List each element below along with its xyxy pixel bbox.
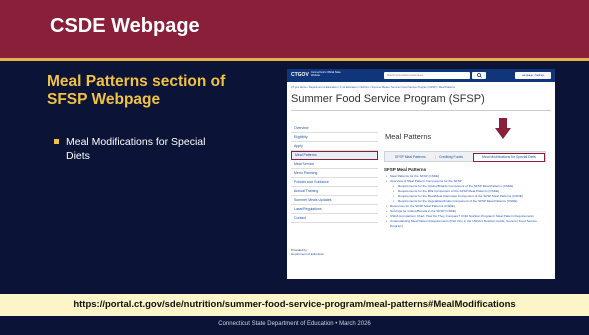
page-url[interactable]: https://portal.ct.gov/sde/nutrition/summ… (0, 299, 589, 310)
search-input[interactable]: Search Connecticut Government (384, 72, 470, 79)
tab-meal-modifications[interactable]: Meal Modifications for Special Diets (473, 153, 545, 162)
slide-title: CSDE Webpage (50, 15, 200, 37)
resource-list: Meal Patterns for the SFSP (CSDE) Overvi… (386, 174, 548, 229)
language-settings-button[interactable]: Language • Settings (515, 72, 551, 79)
footer-text: Connecticut State Department of Educatio… (218, 321, 371, 327)
tab-crediting-foods[interactable]: Crediting Foods (439, 152, 463, 163)
tab-sfsp-meal-patterns[interactable]: SFSP Meal Patterns (395, 152, 426, 163)
divider (291, 110, 551, 111)
sidebar-item-meal-service[interactable]: Meal Service (291, 160, 378, 169)
search-button[interactable] (472, 72, 486, 79)
ctgov-tagline: Connecticut's Official State Website (311, 71, 341, 77)
sidebar-item-policies[interactable]: Policies and Guidance (291, 178, 378, 187)
search-placeholder: Search Connecticut Government (387, 74, 424, 77)
sidebar-item-overview[interactable]: Overview (291, 124, 378, 133)
bullet-item: Meal Modifications for Special Diets (54, 135, 226, 163)
ctgov-logo[interactable]: CTGOV (291, 72, 309, 78)
provided-by: Provided by: Department of Education (291, 248, 324, 256)
sidebar-item-summer-meals-updates[interactable]: Summer Meals Updates (291, 196, 378, 205)
slide-heading: Meal Patterns section of SFSP Webpage (47, 73, 226, 108)
list-item[interactable]: Understanding Meal Pattern Requirements … (386, 219, 548, 229)
subheading: SFSP Meal Patterns (384, 167, 427, 172)
sidebar-item-menu-planning[interactable]: Menu Planning (291, 169, 378, 178)
section-tabs: SFSP Meal Patterns | Crediting Foods Mea… (384, 151, 546, 162)
page-title: Summer Food Service Program (SFSP) (291, 93, 485, 105)
sidebar-nav: Overview Eligibility Apply Meal Patterns… (291, 124, 378, 223)
sidebar-item-laws[interactable]: Laws/Regulations (291, 205, 378, 214)
slide-body: Meal Patterns section of SFSP Webpage Me… (0, 61, 589, 294)
ct-header: CTGOV Connecticut's Official State Websi… (287, 69, 555, 82)
sidebar-item-eligibility[interactable]: Eligibility (291, 133, 378, 142)
sidebar-item-meal-patterns[interactable]: Meal Patterns (291, 151, 378, 160)
title-bar: CSDE Webpage (0, 0, 589, 58)
bullet-square-icon (54, 139, 59, 144)
down-arrow-icon (495, 118, 511, 139)
sidebar-item-annual-training[interactable]: Annual Training (291, 187, 378, 196)
sidebar-item-contact[interactable]: Contact (291, 214, 378, 223)
website-screenshot: CTGOV Connecticut's Official State Websi… (287, 69, 555, 279)
provided-by-link[interactable]: Department of Education (291, 252, 324, 256)
tab-separator: | (435, 155, 436, 159)
breadcrumb[interactable]: CT.gov Home / Department of Education / … (291, 86, 455, 89)
bullet-text: Meal Modifications for Special Diets (66, 136, 206, 162)
sidebar-item-apply[interactable]: Apply (291, 142, 378, 151)
search-icon (476, 73, 482, 78)
section-title: Meal Patterns (385, 132, 432, 141)
url-bar: https://portal.ct.gov/sde/nutrition/summ… (0, 294, 589, 316)
slide-footer: Connecticut State Department of Educatio… (0, 316, 589, 335)
